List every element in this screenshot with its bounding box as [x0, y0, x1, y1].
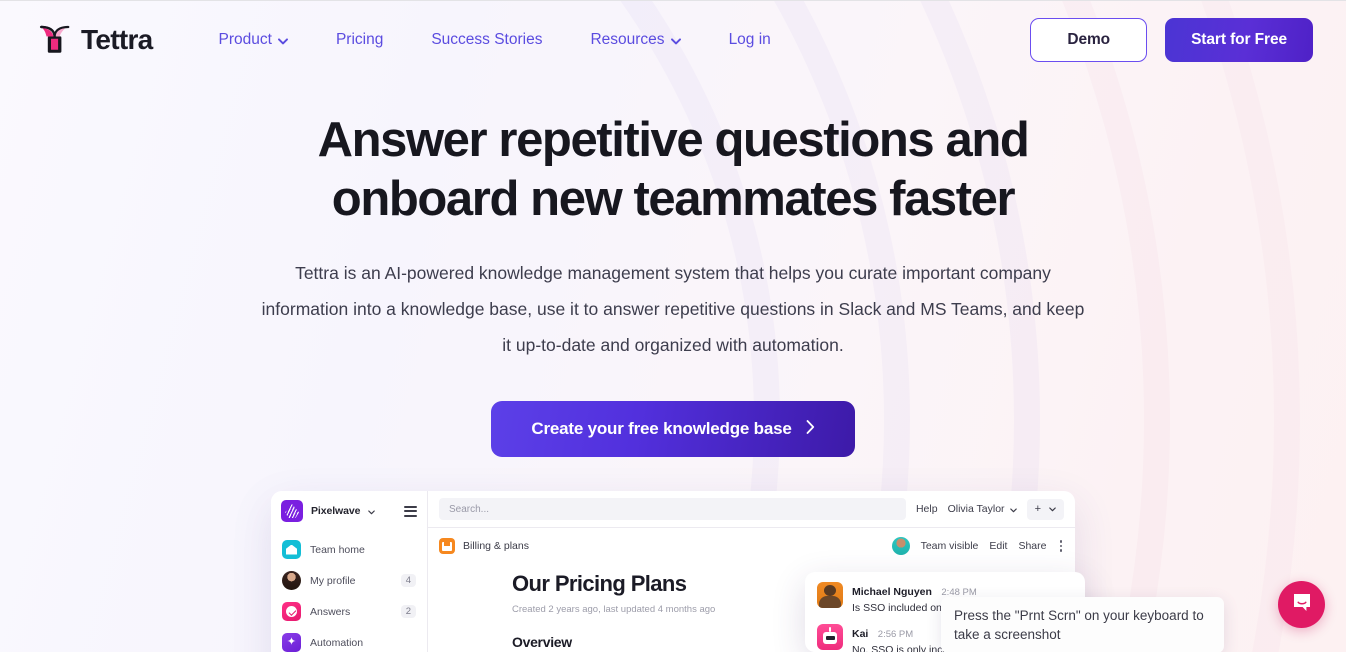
nav-item-log-in[interactable]: Log in: [705, 23, 795, 57]
start-for-free-button[interactable]: Start for Free: [1165, 17, 1313, 62]
sidebar-item-my-profile[interactable]: My profile 4: [271, 565, 427, 596]
nav-item-resources[interactable]: Resources: [566, 23, 704, 57]
chat-author: Kai: [852, 628, 869, 640]
plus-icon: +: [1034, 503, 1041, 515]
search-input[interactable]: Search...: [439, 498, 906, 520]
workspace-name: Pixelwave: [311, 505, 361, 517]
more-options-icon[interactable]: [1058, 538, 1065, 554]
intercom-chat-launcher-button[interactable]: [1278, 581, 1325, 628]
brand-name: Tettra: [81, 23, 153, 55]
sparkle-icon: [282, 633, 301, 652]
hero-cta-wrapper: Create your free knowledge base: [0, 401, 1346, 457]
demo-button[interactable]: Demo: [1030, 17, 1148, 62]
folder-icon: [439, 538, 455, 554]
create-new-button[interactable]: +: [1026, 498, 1064, 520]
mock-sidebar: Pixelwave Team home My profile 4 Answers…: [271, 491, 428, 652]
cta-label: Create your free knowledge base: [531, 419, 792, 438]
chevron-down-icon: [368, 502, 376, 520]
sidebar-item-automation[interactable]: Automation: [271, 627, 427, 652]
nav-item-label: Success Stories: [431, 30, 543, 48]
nav-item-label: Pricing: [335, 30, 384, 48]
document-actions: Team visible Edit Share: [891, 537, 1065, 555]
chevron-down-icon: [1009, 500, 1017, 518]
visibility-label[interactable]: Team visible: [921, 540, 979, 552]
document-toolbar: Billing & plans Team visible Edit Share: [428, 528, 1075, 555]
chevron-right-icon: [806, 419, 815, 439]
nav-item-success-stories[interactable]: Success Stories: [407, 23, 566, 57]
sidebar-item-label: Automation: [310, 636, 364, 649]
site-header: Tettra Product Pricing Success Stories R…: [0, 0, 1346, 79]
chevron-down-icon: [277, 31, 288, 49]
avatar: [817, 582, 843, 608]
sidebar-item-label: Answers: [310, 605, 351, 618]
chevron-down-icon: [670, 31, 681, 49]
avatar: [891, 537, 910, 555]
hero-section: Answer repetitive questions and onboard …: [0, 79, 1346, 457]
sidebar-item-team-home[interactable]: Team home: [271, 534, 427, 565]
hero-subtitle: Tettra is an AI-powered knowledge manage…: [261, 263, 1085, 355]
pixelwave-logo-icon: [281, 500, 303, 522]
sidebar-menu-icon[interactable]: [404, 505, 417, 517]
tettra-tulip-logo-icon: [38, 23, 72, 57]
mock-topbar: Search... Help Olivia Taylor +: [428, 491, 1075, 528]
check-badge-icon: [282, 602, 301, 621]
sidebar-item-label: Team home: [310, 543, 365, 556]
user-name: Olivia Taylor: [947, 503, 1005, 515]
user-menu[interactable]: Olivia Taylor: [948, 500, 1017, 518]
screenshot-tooltip: Press the "Prnt Scrn" on your keyboard t…: [941, 597, 1224, 652]
hero-title-line-1: Answer repetitive questions and: [317, 113, 1030, 167]
workspace-switcher[interactable]: Pixelwave: [271, 491, 427, 522]
nav-item-label: Resources: [590, 30, 665, 48]
nav-item-label: Log in: [728, 30, 771, 48]
header-actions: Demo Start for Free: [1030, 17, 1313, 62]
hero-title-line-2: onboard new teammates faster: [331, 172, 1016, 226]
nav-item-pricing[interactable]: Pricing: [312, 23, 407, 57]
nav-item-product[interactable]: Product: [203, 23, 312, 57]
bot-avatar: [817, 624, 843, 650]
sidebar-item-count: 2: [400, 605, 416, 618]
sidebar-nav-list: Team home My profile 4 Answers 2 Automat…: [271, 534, 427, 652]
home-icon: [282, 540, 301, 559]
avatar-icon: [282, 571, 301, 590]
share-button[interactable]: Share: [1018, 540, 1046, 552]
breadcrumb[interactable]: Billing & plans: [463, 540, 529, 552]
sidebar-item-count: 4: [400, 574, 416, 587]
help-link[interactable]: Help: [916, 503, 938, 515]
chat-bubble-smile-icon: [1290, 590, 1314, 619]
page-title: Answer repetitive questions and onboard …: [273, 111, 1073, 229]
chat-timestamp: 2:56 PM: [877, 629, 914, 640]
create-free-knowledge-base-button[interactable]: Create your free knowledge base: [491, 401, 855, 457]
sidebar-item-answers[interactable]: Answers 2: [271, 596, 427, 627]
search-placeholder: Search...: [449, 503, 490, 515]
primary-navigation: Product Pricing Success Stories Resource…: [203, 23, 795, 57]
sidebar-item-label: My profile: [310, 574, 356, 587]
chevron-down-icon: [1049, 503, 1056, 515]
edit-button[interactable]: Edit: [989, 540, 1007, 552]
brand-logo-link[interactable]: Tettra: [38, 23, 153, 57]
window-top-edge: [0, 0, 1346, 1]
nav-item-label: Product: [218, 30, 272, 48]
chat-author: Michael Nguyen: [852, 586, 932, 598]
